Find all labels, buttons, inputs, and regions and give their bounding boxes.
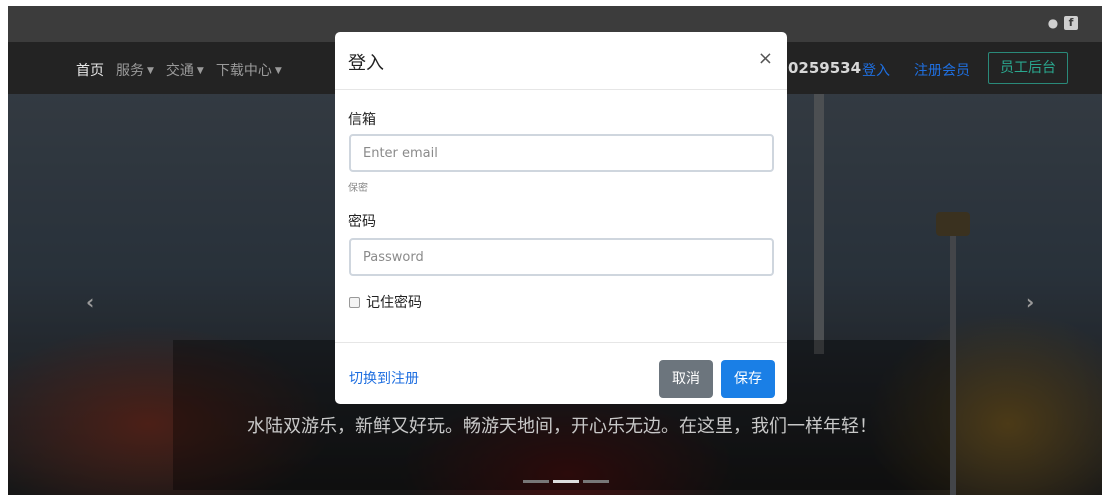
- close-icon[interactable]: ×: [758, 48, 773, 69]
- modal-body: 信箱 保密 密码 记住密码: [335, 90, 787, 343]
- modal-footer: 切换到注册 取消 保存: [335, 343, 787, 403]
- email-label: 信箱: [348, 112, 376, 128]
- chevron-down-icon: ▼: [274, 66, 282, 76]
- phone-number: 0259534: [788, 59, 862, 77]
- remember-label: 记住密码: [366, 295, 422, 311]
- carousel-indicator[interactable]: [523, 480, 549, 483]
- remember-checkbox[interactable]: [349, 296, 360, 308]
- switch-to-register-link[interactable]: 切换到注册: [349, 368, 419, 388]
- chevron-down-icon: ▼: [196, 66, 204, 76]
- nav-item-home[interactable]: 首页: [76, 60, 104, 80]
- carousel-next-icon[interactable]: ›: [1026, 290, 1034, 314]
- carousel-indicator-active[interactable]: [553, 480, 579, 483]
- login-link[interactable]: 登入: [862, 60, 890, 80]
- carousel-indicators: [523, 480, 609, 483]
- modal-title: 登入: [348, 53, 384, 74]
- chevron-down-icon: ▼: [147, 66, 154, 76]
- nav-item-downloads[interactable]: 下载中心 ▼: [216, 60, 282, 80]
- save-button[interactable]: 保存: [721, 360, 775, 398]
- staff-backend-button[interactable]: 员工后台: [988, 52, 1068, 84]
- login-modal: 登入 × 信箱 保密 密码 记住密码 切换到注册 取消 保存: [335, 32, 787, 404]
- weibo-icon[interactable]: ●: [1046, 16, 1060, 30]
- carousel-prev-icon[interactable]: ‹: [86, 290, 94, 314]
- facebook-icon[interactable]: f: [1064, 16, 1078, 30]
- social-links: ● f: [1046, 16, 1078, 30]
- carousel-indicator[interactable]: [583, 480, 609, 483]
- modal-header: 登入 ×: [335, 32, 787, 90]
- cancel-button[interactable]: 取消: [659, 360, 713, 398]
- carousel-caption: 水陆双游乐，新鲜又好玩。畅游天地间，开心乐无边。在这里，我们一样年轻！: [247, 416, 877, 437]
- page-frame: ● f 首页 服务 ▼ 交通 ▼ 下载中心 ▼ 0259534 登入 注册会员 员工后…: [8, 6, 1102, 495]
- password-label: 密码: [348, 214, 376, 230]
- email-hint: 保密: [348, 183, 368, 194]
- password-field[interactable]: [349, 238, 774, 276]
- nav-item-traffic[interactable]: 交通 ▼: [166, 60, 204, 80]
- email-field[interactable]: [349, 134, 774, 172]
- register-link[interactable]: 注册会员: [914, 60, 970, 80]
- remember-row[interactable]: 记住密码: [349, 292, 422, 312]
- nav-menu: 首页 服务 ▼ 交通 ▼ 下载中心 ▼: [76, 60, 282, 80]
- nav-item-services[interactable]: 服务 ▼: [116, 60, 154, 80]
